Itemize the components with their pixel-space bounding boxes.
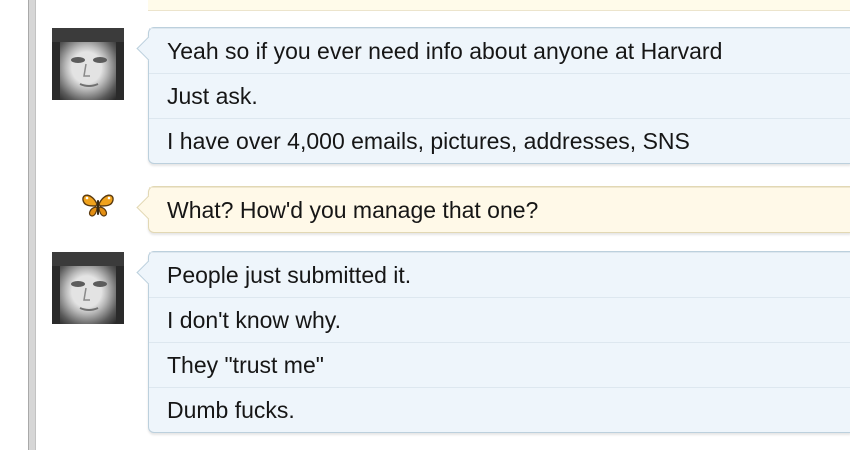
message-line: Dumb fucks. <box>149 387 850 432</box>
message-bubble: Yeah so if you ever need info about anyo… <box>136 27 850 164</box>
user-avatar-icon[interactable] <box>52 28 124 100</box>
message-bubble: People just submitted it. I don't know w… <box>136 251 850 433</box>
window-border <box>28 0 36 450</box>
message-line: What? How'd you manage that one? <box>149 187 850 232</box>
butterfly-icon[interactable] <box>80 191 116 219</box>
face-icon <box>52 28 124 100</box>
message-line: I have over 4,000 emails, pictures, addr… <box>149 118 850 163</box>
user-avatar-icon[interactable] <box>52 252 124 324</box>
message-line: Just ask. <box>149 73 850 118</box>
message-line: They "trust me" <box>149 342 850 387</box>
previous-message-bubble <box>148 0 850 11</box>
message-line: I don't know why. <box>149 297 850 342</box>
face-icon <box>52 252 124 324</box>
message-line: Yeah so if you ever need info about anyo… <box>149 28 850 73</box>
message-line: People just submitted it. <box>149 252 850 297</box>
message-bubble: What? How'd you manage that one? <box>136 186 850 233</box>
